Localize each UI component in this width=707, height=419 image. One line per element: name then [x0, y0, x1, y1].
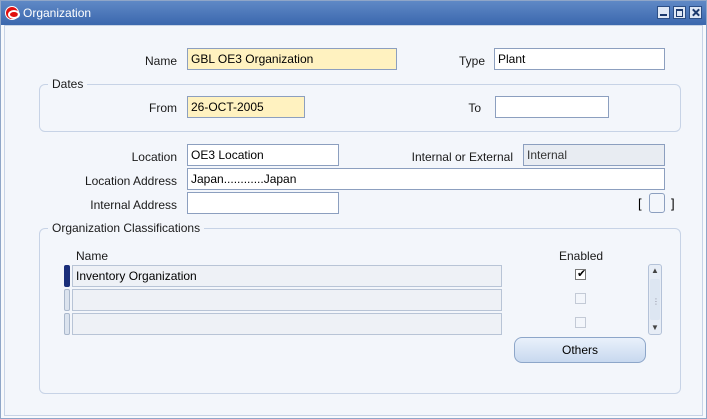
scroll-up-arrow-icon[interactable]: ▲	[649, 265, 661, 277]
scroll-down-arrow-icon[interactable]: ▼	[649, 322, 661, 334]
scroll-thumb[interactable]: ⋮	[650, 279, 660, 320]
internal-address-label: Internal Address	[90, 198, 177, 212]
others-button[interactable]: Others	[514, 337, 646, 363]
minimize-button[interactable]	[657, 6, 670, 19]
classifications-group-title: Organization Classifications	[48, 221, 205, 235]
close-button[interactable]	[689, 6, 702, 19]
bracket-open: [	[638, 196, 642, 211]
location-label: Location	[131, 150, 177, 164]
classification-name-field-3[interactable]	[72, 313, 502, 335]
oracle-logo-icon	[5, 6, 20, 20]
enabled-checkbox-2[interactable]	[575, 293, 586, 304]
classifications-scrollbar[interactable]: ▲ ⋮ ▼	[648, 264, 662, 335]
window-title: Organization	[23, 6, 92, 20]
internal-or-external-field: Internal	[523, 144, 665, 166]
row-indicator-1[interactable]	[64, 265, 70, 287]
from-date-field[interactable]: 26-OCT-2005	[187, 96, 305, 118]
dates-group-title: Dates	[48, 77, 88, 91]
row-indicator-3[interactable]	[64, 313, 70, 335]
name-label: Name	[144, 54, 177, 68]
location-address-label: Location Address	[84, 174, 177, 188]
maximize-button[interactable]	[673, 6, 686, 19]
form-content: Name GBL OE3 Organization Type Plant Dat…	[4, 25, 703, 416]
internal-address-field[interactable]	[187, 192, 339, 214]
classification-name-header: Name	[76, 249, 109, 263]
descriptive-flexfield[interactable]	[649, 193, 665, 213]
enabled-header: Enabled	[559, 249, 604, 263]
title-bar[interactable]: Organization	[1, 1, 706, 25]
type-label: Type	[458, 54, 485, 68]
organization-window: Organization Name GBL OE3 Organization T…	[0, 0, 707, 419]
from-label: From	[149, 101, 177, 115]
location-address-field[interactable]: Japan............Japan	[187, 168, 665, 190]
bracket-close: ]	[671, 196, 675, 211]
scroll-grip-icon: ⋮	[652, 297, 660, 307]
type-field[interactable]: Plant	[494, 48, 665, 70]
classification-name-field-1[interactable]: Inventory Organization	[72, 265, 502, 287]
to-label: To	[468, 101, 481, 115]
enabled-checkbox-1[interactable]	[575, 267, 586, 280]
enabled-checkbox-3[interactable]	[575, 317, 586, 328]
to-date-field[interactable]	[495, 96, 609, 118]
name-field[interactable]: GBL OE3 Organization	[187, 48, 397, 70]
row-indicator-2[interactable]	[64, 289, 70, 311]
location-field[interactable]: OE3 Location	[187, 144, 339, 166]
internal-or-external-label: Internal or External	[411, 150, 513, 164]
classification-name-field-2[interactable]	[72, 289, 502, 311]
